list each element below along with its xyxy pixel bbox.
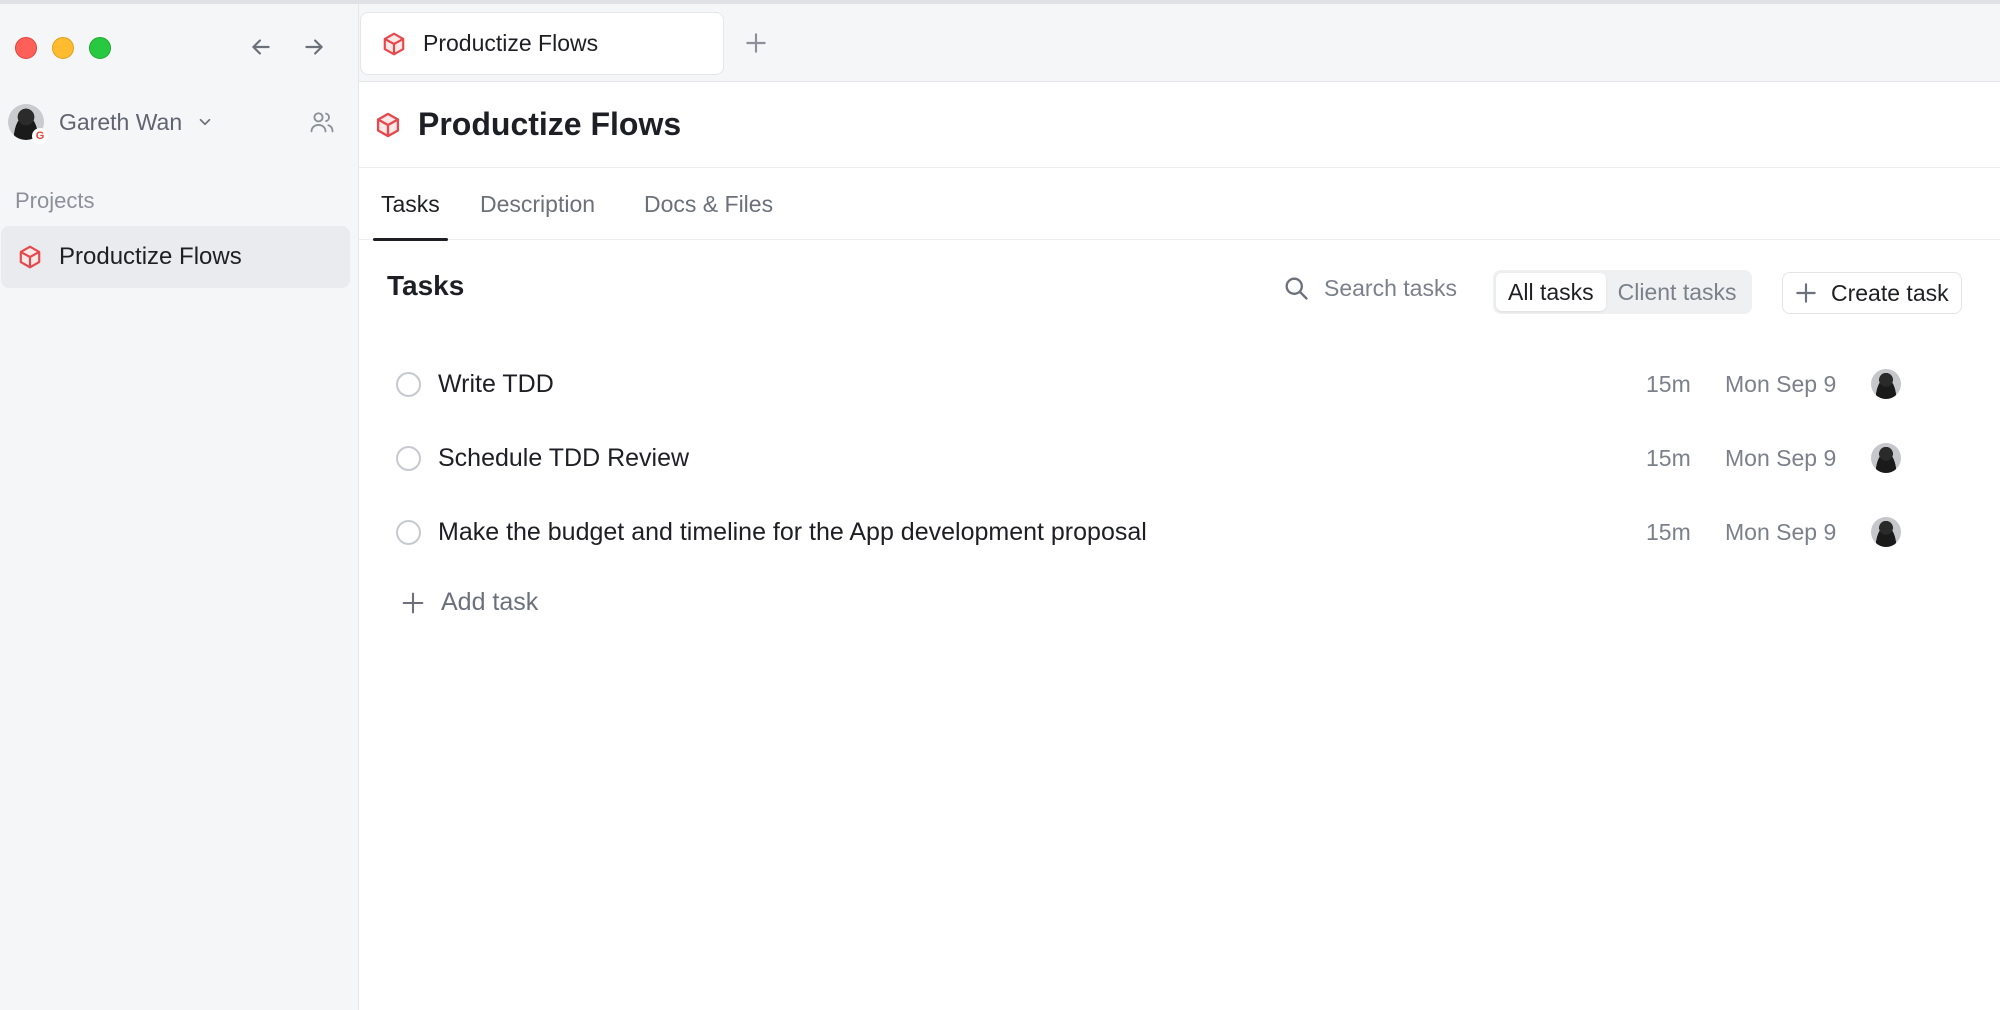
add-task-label: Add task — [441, 588, 539, 616]
page-title: Productize Flows — [418, 106, 682, 142]
project-tabs: Tasks Description Docs & Files — [359, 168, 2000, 241]
plus-icon — [746, 33, 766, 53]
tab-docs-files[interactable]: Docs & Files — [644, 168, 773, 240]
task-filter-toggle: All tasks Client tasks — [1493, 270, 1752, 314]
tasks-heading: Tasks — [387, 270, 465, 301]
forward-button[interactable] — [297, 30, 331, 64]
create-task-label: Create task — [1831, 279, 1949, 306]
task-title: Schedule TDD Review — [438, 443, 690, 472]
chevron-down-icon — [199, 118, 211, 126]
avatar: G — [8, 104, 48, 144]
task-row[interactable]: Schedule TDD Review 15m Mon Sep 9 — [359, 421, 2000, 495]
close-window-button[interactable] — [15, 37, 37, 59]
task-title: Make the budget and timeline for the App… — [438, 517, 1147, 546]
sidebar-item-productize-flows[interactable]: Productize Flows — [1, 226, 350, 288]
projects-section-label: Projects — [15, 188, 95, 213]
back-button[interactable] — [244, 30, 278, 64]
sidebar-item-label: Productize Flows — [59, 243, 242, 270]
search-icon — [1285, 277, 1308, 300]
new-tab-button[interactable] — [739, 26, 773, 60]
arrow-right-icon — [305, 39, 323, 55]
user-name: Gareth Wan — [59, 108, 183, 135]
assignee-avatar[interactable] — [1871, 443, 1901, 473]
arrow-left-icon — [252, 39, 270, 55]
create-task-button[interactable]: Create task — [1782, 272, 1962, 314]
page-header: Productize Flows — [359, 82, 2000, 168]
tab-bar: Productize Flows — [359, 4, 2000, 82]
task-duration: 15m — [1646, 444, 1691, 471]
main-panel: Productize Flows Productize Flows Tasks … — [358, 4, 2000, 1010]
sidebar: G Gareth Wan Projects Productize Flows — [0, 4, 358, 1010]
task-list: Write TDD 15m Mon Sep 9 Schedule TDD Rev… — [359, 347, 2000, 569]
assignee-avatar[interactable] — [1871, 369, 1901, 399]
window-controls — [15, 37, 111, 59]
minimize-window-button[interactable] — [52, 37, 74, 59]
task-row[interactable]: Make the budget and timeline for the App… — [359, 495, 2000, 569]
task-checkbox[interactable] — [396, 371, 421, 397]
tab-description[interactable]: Description — [480, 168, 595, 240]
filter-all-tasks[interactable]: All tasks — [1496, 273, 1606, 311]
add-task-button[interactable]: Add task — [399, 588, 538, 617]
cube-icon — [383, 32, 405, 55]
zoom-window-button[interactable] — [89, 37, 111, 59]
task-checkbox[interactable] — [396, 519, 421, 545]
window-tab-label: Productize Flows — [423, 30, 599, 56]
task-duration: 15m — [1646, 370, 1691, 397]
cube-icon — [376, 112, 400, 137]
plus-icon — [402, 592, 424, 613]
window-tab-productize-flows[interactable]: Productize Flows — [360, 12, 724, 75]
filter-client-tasks[interactable]: Client tasks — [1606, 273, 1749, 311]
tab-tasks[interactable]: Tasks — [373, 168, 448, 241]
task-date: Mon Sep 9 — [1725, 518, 1837, 545]
task-date: Mon Sep 9 — [1725, 370, 1837, 397]
cube-icon — [19, 245, 41, 269]
google-badge: G — [32, 128, 48, 144]
user-menu[interactable]: G Gareth Wan — [8, 104, 214, 144]
task-duration: 15m — [1646, 518, 1691, 545]
users-icon — [310, 112, 334, 133]
search-placeholder: Search tasks — [1324, 274, 1457, 301]
plus-icon — [1796, 283, 1816, 303]
task-checkbox[interactable] — [396, 445, 421, 471]
task-date: Mon Sep 9 — [1725, 444, 1837, 471]
task-title: Write TDD — [438, 369, 554, 398]
assignee-avatar[interactable] — [1871, 517, 1901, 547]
search-tasks[interactable]: Search tasks — [1282, 274, 1457, 302]
team-button[interactable] — [306, 106, 338, 138]
task-row[interactable]: Write TDD 15m Mon Sep 9 — [359, 347, 2000, 421]
